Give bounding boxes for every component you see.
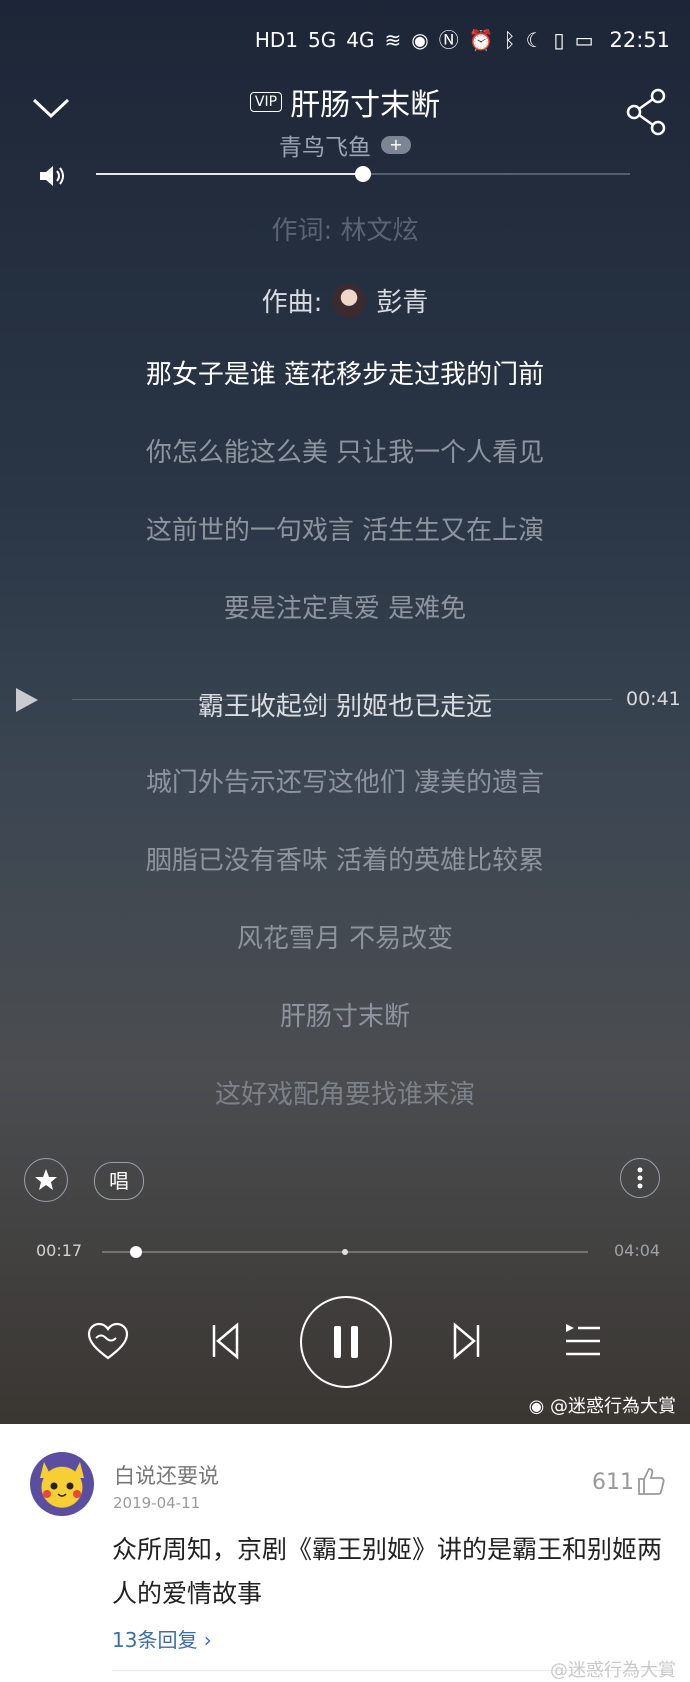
status-bar: HD1 5G 4G ≋ ◉ Ⓝ ⏰ ᛒ ☾ ▯ ▭ 22:51 [255, 22, 670, 58]
progress-knob[interactable] [130, 1246, 143, 1258]
moon-icon: ☾ [525, 28, 544, 52]
composer-credit: 作曲: 彭青 [0, 282, 690, 319]
comment-like-count: 611 [592, 1470, 634, 1495]
song-title: 肝肠寸末断 [290, 88, 441, 123]
share-icon[interactable] [624, 88, 668, 136]
pause-button[interactable] [300, 1296, 392, 1388]
wifi-icon: ≋ [384, 28, 402, 52]
comment-date: 2019-04-11 [113, 1494, 201, 1512]
progress-marker [342, 1249, 348, 1255]
playback-progress[interactable] [102, 1246, 588, 1258]
4g-signal-label: 4G [346, 28, 375, 52]
seek-play-icon[interactable] [14, 686, 40, 714]
watermark-text: @迷惑行為大賞 [550, 1396, 676, 1417]
5g-signal-label: 5G [308, 28, 337, 52]
weibo-watermark: ◉ @迷惑行為大賞 [529, 1392, 676, 1418]
heart-like-icon[interactable] [86, 1322, 130, 1362]
artist-name[interactable]: 青鸟飞鱼 [279, 128, 371, 162]
weibo-icon: ◉ [528, 1396, 550, 1417]
commenter-avatar[interactable] [30, 1452, 94, 1516]
battery-icon: ▭ [574, 28, 594, 52]
volume-fill [96, 173, 363, 175]
lyric-line[interactable]: 肝肠寸末断 [0, 996, 690, 1033]
star-sparkle-icon [35, 1169, 57, 1190]
more-options-button[interactable] [620, 1158, 660, 1198]
bottom-watermark: @迷惑行為大賞 [550, 1660, 676, 1681]
elapsed-time: 00:17 [36, 1241, 83, 1260]
hd-signal-label: HD1 [254, 28, 299, 52]
commenter-username[interactable]: 白说还要说 [114, 1460, 219, 1490]
eye-icon: ◉ [411, 28, 429, 52]
seek-time: 00:41 [626, 688, 681, 710]
previous-track-icon[interactable] [210, 1322, 240, 1360]
composer-avatar[interactable] [332, 283, 367, 318]
comment-card: 白说还要说 2019-04-11 611 众所周知，京剧《霸王别姬》讲的是霸王和… [0, 1424, 690, 1682]
more-vertical-icon [637, 1167, 643, 1189]
lyric-line[interactable]: 这好戏配角要找谁来演 [0, 1074, 690, 1111]
lyric-line[interactable]: 那女子是谁 莲花移步走过我的门前 [0, 354, 690, 391]
clock: 22:51 [609, 28, 670, 52]
bluetooth-icon: ᛒ [503, 28, 516, 52]
composer-label: 作曲: [261, 288, 323, 318]
thumbs-up-icon[interactable] [636, 1466, 666, 1496]
nfc-icon: Ⓝ [438, 28, 459, 52]
lyric-line-seek[interactable]: 霸王收起剑 别姬也已走远 [0, 686, 690, 723]
composer-name[interactable]: 彭青 [376, 282, 428, 319]
view-replies-link[interactable]: 13条回复 › [112, 1624, 212, 1653]
lyric-line[interactable]: 风花雪月 不易改变 [0, 918, 690, 955]
effects-button[interactable] [24, 1158, 68, 1202]
lyric-line[interactable]: 城门外告示还写这他们 凄美的遗言 [0, 762, 690, 799]
pause-icon [334, 1326, 358, 1358]
volume-icon[interactable] [38, 163, 68, 189]
vip-badge: VIP [249, 92, 283, 112]
next-track-icon[interactable] [452, 1322, 482, 1360]
song-header: VIP 肝肠寸末断 青鸟飞鱼 + [0, 80, 690, 162]
playlist-icon[interactable] [564, 1322, 602, 1360]
total-time: 04:04 [614, 1241, 661, 1260]
alarm-icon: ⏰ [468, 28, 494, 52]
pikachu-avatar-icon [40, 1462, 84, 1498]
lyric-line[interactable]: 你怎么能这么美 只让我一个人看见 [0, 432, 690, 469]
volume-slider[interactable] [96, 166, 630, 182]
lyric-line[interactable]: 这前世的一句戏言 活生生又在上演 [0, 510, 690, 547]
lyricist-credit: 作词: 林文炫 [271, 216, 419, 246]
lyric-line[interactable]: 胭脂已没有香味 活着的英雄比较累 [0, 840, 690, 877]
comment-text: 众所周知，京剧《霸王别姬》讲的是霸王和别姬两人的爱情故事 [112, 1535, 663, 1608]
sing-button[interactable]: 唱 [94, 1162, 144, 1200]
seek-guide-line [72, 699, 612, 700]
volume-knob[interactable] [355, 166, 371, 182]
lyric-line[interactable]: 要是注定真爱 是难免 [0, 588, 690, 625]
music-player: HD1 5G 4G ≋ ◉ Ⓝ ⏰ ᛒ ☾ ▯ ▭ 22:51 VIP 肝肠寸末… [0, 0, 690, 1424]
vibrate-icon: ▯ [553, 28, 565, 52]
follow-artist-button[interactable]: + [381, 136, 411, 154]
